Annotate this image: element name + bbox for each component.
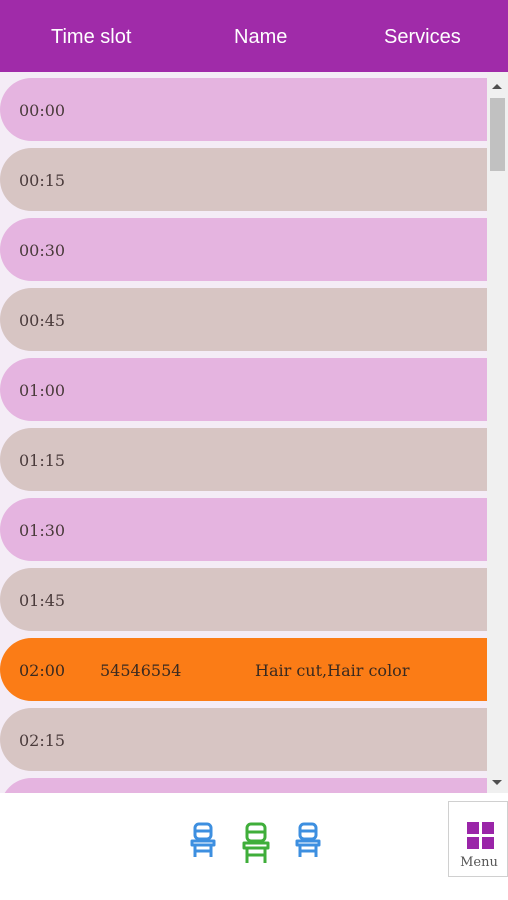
scrollbar-thumb[interactable] xyxy=(490,98,505,171)
time-slot-row[interactable]: 01:15 xyxy=(0,428,487,491)
header-services: Services xyxy=(384,26,461,48)
chair-icon-selected[interactable] xyxy=(242,821,270,865)
scrollbar[interactable] xyxy=(487,72,508,793)
chair-icon[interactable] xyxy=(295,821,321,859)
time-slot-label: 00:45 xyxy=(19,311,66,330)
services-label: Hair cut,Hair color xyxy=(255,661,410,680)
time-slot-label: 01:30 xyxy=(19,521,66,540)
time-slot-label: 01:15 xyxy=(19,451,66,470)
time-slot-row[interactable]: 00:30 xyxy=(0,218,487,281)
customer-name: 54546554 xyxy=(100,661,182,680)
time-slot-list[interactable]: 00:00 00:15 00:30 00:45 01:00 01:15 01:30 01:45… xyxy=(0,72,508,793)
time-slot-label: 00:30 xyxy=(19,241,66,260)
header-time-slot: Time slot xyxy=(51,26,132,48)
time-slot-row[interactable]: 01:00 xyxy=(0,358,487,421)
chair-icon[interactable] xyxy=(190,821,216,859)
time-slot-row[interactable] xyxy=(0,778,487,793)
time-slot-row[interactable]: 02:00 54546554 Hair cut,Hair color xyxy=(0,638,487,701)
time-slot-row[interactable]: 00:45 xyxy=(0,288,487,351)
menu-button[interactable]: Menu xyxy=(448,801,508,877)
scroll-down-arrow-icon[interactable] xyxy=(492,780,502,785)
time-slot-label: 02:00 xyxy=(19,661,66,680)
menu-label: Menu xyxy=(460,855,498,870)
time-slot-row[interactable]: 01:30 xyxy=(0,498,487,561)
time-slot-label: 02:15 xyxy=(19,731,66,750)
time-slot-label: 00:00 xyxy=(19,101,66,120)
table-header: Time slot Name Services xyxy=(0,0,508,72)
time-slot-label: 01:00 xyxy=(19,381,66,400)
time-slot-label: 00:15 xyxy=(19,171,66,190)
time-slot-row[interactable]: 02:15 xyxy=(0,708,487,771)
time-slot-row[interactable]: 01:45 xyxy=(0,568,487,631)
grid-menu-icon xyxy=(467,822,494,849)
time-slot-label: 01:45 xyxy=(19,591,66,610)
header-name: Name xyxy=(234,26,288,48)
time-slot-row[interactable]: 00:00 xyxy=(0,78,487,141)
time-slot-row[interactable]: 00:15 xyxy=(0,148,487,211)
scroll-up-arrow-icon[interactable] xyxy=(492,84,502,89)
bottom-bar: Menu xyxy=(0,793,508,900)
